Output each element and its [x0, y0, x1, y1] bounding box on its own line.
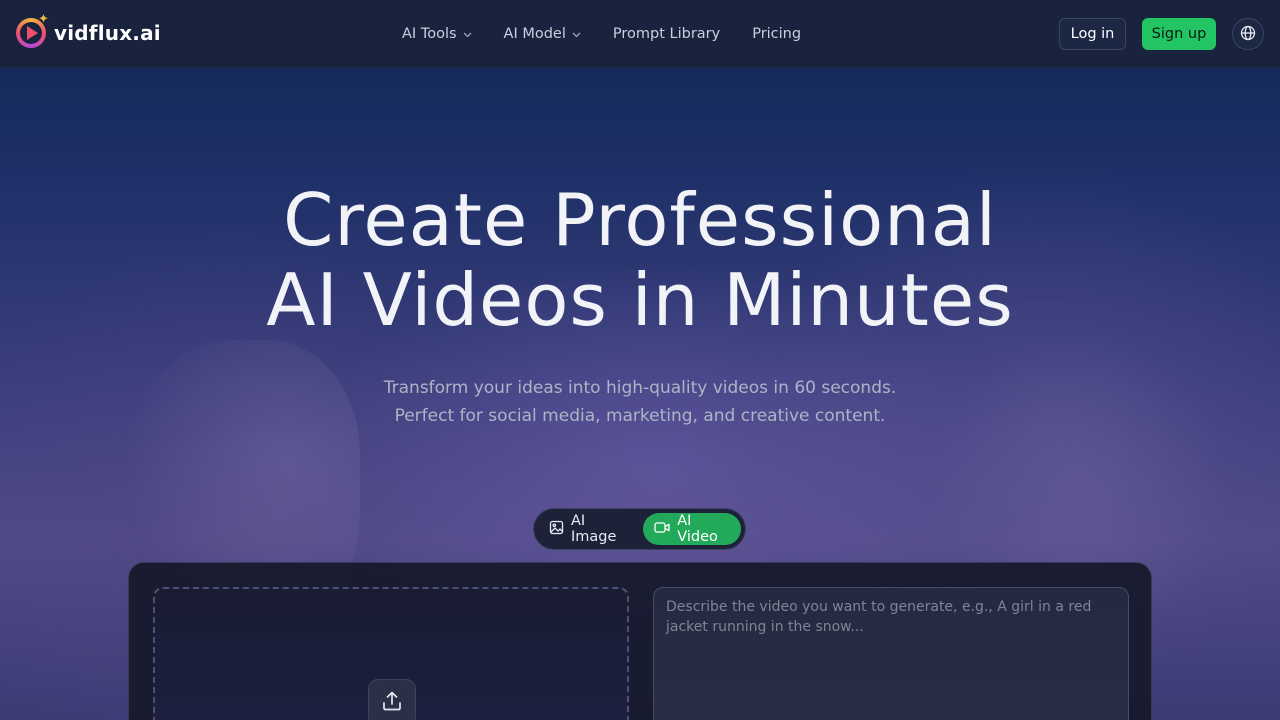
nav-prompt-library[interactable]: Prompt Library — [613, 26, 720, 42]
hero-subtitle-line-1: Transform your ideas into high-quality v… — [383, 378, 897, 398]
generator-panel — [128, 562, 1152, 720]
tab-ai-video[interactable]: AI Video — [643, 513, 741, 545]
upload-button[interactable] — [368, 679, 416, 720]
nav-ai-tools[interactable]: AI Tools — [402, 26, 472, 42]
chevron-down-icon — [463, 30, 472, 41]
upload-dropzone[interactable] — [153, 587, 629, 720]
chevron-down-icon — [572, 30, 581, 41]
mode-switcher: AI Image AI Video — [533, 508, 746, 550]
video-camera-icon — [654, 521, 670, 538]
globe-icon — [1240, 25, 1256, 44]
site-header: ✦ vidflux.ai AI Tools AI Model Prompt Li… — [0, 0, 1280, 68]
hero-subtitle: Transform your ideas into high-quality v… — [0, 374, 1280, 430]
hero-subtitle-line-2: Perfect for social media, marketing, and… — [394, 406, 886, 426]
signup-button[interactable]: Sign up — [1142, 18, 1216, 50]
prompt-input[interactable] — [653, 587, 1129, 720]
image-icon — [549, 520, 564, 539]
tab-label: AI Image — [571, 513, 617, 545]
login-button[interactable]: Log in — [1059, 18, 1126, 50]
main-nav: AI Tools AI Model Prompt Library Pricing — [402, 0, 801, 68]
nav-label: AI Tools — [402, 26, 457, 42]
play-circle-sparkle-icon: ✦ — [16, 12, 49, 48]
tab-label: AI Video — [677, 513, 718, 545]
nav-pricing[interactable]: Pricing — [752, 26, 801, 42]
hero-title-line-2: AI Videos in Minutes — [266, 258, 1014, 342]
nav-label: Prompt Library — [612, 26, 721, 42]
tab-ai-image[interactable]: AI Image — [538, 513, 639, 545]
upload-icon — [381, 690, 403, 716]
hero-title-line-1: Create Professional — [283, 178, 997, 262]
language-button[interactable] — [1232, 18, 1264, 50]
brand-logo[interactable]: ✦ vidflux.ai — [16, 12, 161, 48]
nav-label: Pricing — [752, 26, 802, 42]
brand-name: vidflux.ai — [54, 21, 161, 45]
nav-ai-model[interactable]: AI Model — [504, 26, 581, 42]
nav-label: AI Model — [503, 26, 566, 42]
hero-title: Create Professional AI Videos in Minutes — [0, 180, 1280, 340]
